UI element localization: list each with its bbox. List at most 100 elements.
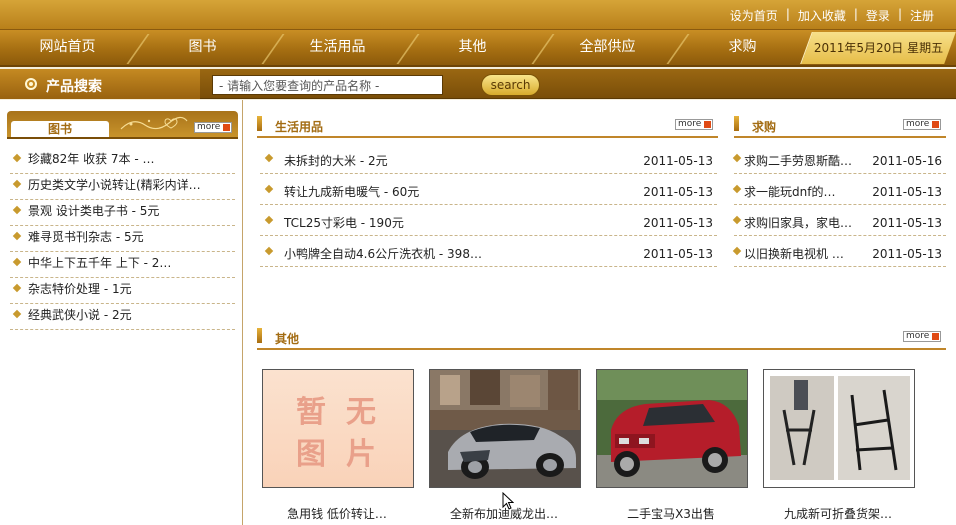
other-header: 其他 more (257, 324, 946, 350)
list-item-label: 杂志特价处理 - 1元 (28, 282, 132, 296)
list-item-label: 经典武侠小说 - 2元 (28, 308, 132, 322)
list-item[interactable]: 难寻觅书刊杂志 - 5元 (10, 226, 235, 252)
product-caption[interactable]: 急用钱 低价转让… (257, 505, 417, 522)
nav-item-other[interactable]: 其他 (405, 30, 540, 67)
section-marker (257, 328, 262, 343)
section-marker (257, 116, 262, 131)
nav-item-daily-goods[interactable]: 生活用品 (270, 30, 405, 67)
search-button[interactable]: search (481, 74, 540, 96)
nav-item-home[interactable]: 网站首页 (0, 30, 135, 67)
buy-list: 求购二手劳恩斯酷… 2011-05-16 求一能玩dnf的… 2011-05-13 … (732, 143, 946, 267)
tab-books[interactable]: 图书 (11, 121, 109, 137)
list-item-date: 2011-05-13 (872, 185, 942, 199)
sidebar-books: 图书 more 珍藏82年 收获 7本 - … 历史类文学小说转让(精彩内详… … (0, 100, 243, 525)
main-nav: 网站首页 图书 生活用品 其他 全部供应 求购 2011年5月20日 星期五 (0, 30, 956, 67)
product-image-supercar[interactable] (429, 369, 581, 488)
list-item[interactable]: 求购二手劳恩斯酷… 2011-05-16 (732, 143, 946, 174)
nav-item-books[interactable]: 图书 (135, 30, 270, 67)
bullet-icon (732, 215, 742, 225)
list-item[interactable]: 以旧换新电视机 … 2011-05-13 (732, 236, 946, 267)
bullet-icon (264, 246, 274, 256)
product-caption[interactable]: 九成新可折叠货架… (758, 505, 918, 522)
list-item[interactable]: 求一能玩dnf的… 2011-05-13 (732, 174, 946, 205)
login-link[interactable]: 登录 (866, 7, 890, 24)
list-item[interactable]: 历史类文学小说转让(精彩内详… (10, 174, 235, 200)
list-item-label: 求购二手劳恩斯酷… (744, 154, 853, 168)
bullet-icon (12, 231, 22, 241)
list-item-label: TCL25寸彩电 - 190元 (284, 216, 404, 230)
search-bar: 产品搜索 search (0, 69, 956, 99)
list-item[interactable]: 转让九成新电暖气 - 60元 2011-05-13 (260, 174, 717, 205)
list-item-label: 中华上下五千年 上下 - 2… (28, 256, 172, 270)
more-button[interactable]: more (903, 119, 941, 130)
book-list: 珍藏82年 收获 7本 - … 历史类文学小说转让(精彩内详… 景观 设计类电子… (10, 148, 235, 330)
list-item-label: 以旧换新电视机 … (744, 247, 844, 261)
list-item-date: 2011-05-16 (872, 154, 942, 168)
date-display: 2011年5月20日 星期五 (800, 32, 956, 64)
list-item-label: 未拆封的大米 - 2元 (284, 154, 388, 168)
bullet-icon (12, 309, 22, 319)
list-item[interactable]: 小鸭牌全自动4.6公斤洗衣机 - 398… 2011-05-13 (260, 236, 717, 267)
top-links: 设为首页 | 加入收藏 | 登录 | 注册 (730, 7, 934, 24)
bullet-icon (732, 246, 742, 256)
register-link[interactable]: 注册 (910, 7, 934, 24)
bullet-icon (732, 153, 742, 163)
search-title: 产品搜索 (46, 79, 102, 95)
list-item[interactable]: TCL25寸彩电 - 190元 2011-05-13 (260, 205, 717, 236)
list-item-date: 2011-05-13 (872, 216, 942, 230)
list-item-label: 求一能玩dnf的… (744, 185, 836, 199)
list-item-label: 小鸭牌全自动4.6公斤洗衣机 - 398… (284, 247, 482, 261)
list-item-date: 2011-05-13 (872, 247, 942, 261)
nav-item-all-supply[interactable]: 全部供应 (540, 30, 675, 67)
list-item-date: 2011-05-13 (643, 185, 713, 199)
more-button[interactable]: more (675, 119, 713, 130)
list-item-date: 2011-05-13 (643, 154, 713, 168)
no-image-text-4: 片 (346, 437, 376, 472)
daily-goods-header: 生活用品 more (257, 112, 718, 138)
more-button[interactable]: more (194, 122, 232, 133)
list-item-label: 难寻觅书刊杂志 - 5元 (28, 230, 144, 244)
no-image-graphic: 暂 无 图 片 (263, 370, 413, 487)
section-title: 生活用品 (275, 120, 324, 134)
list-item[interactable]: 中华上下五千年 上下 - 2… (10, 252, 235, 278)
top-bar: 设为首页 | 加入收藏 | 登录 | 注册 (0, 0, 956, 30)
no-image-text-3: 图 (296, 437, 326, 472)
product-image-suv[interactable] (596, 369, 748, 488)
list-item[interactable]: 经典武侠小说 - 2元 (10, 304, 235, 330)
set-homepage-link[interactable]: 设为首页 (730, 7, 778, 24)
mouse-pointer-icon (502, 492, 514, 510)
list-item[interactable]: 珍藏82年 收获 7本 - … (10, 148, 235, 174)
main-content: 图书 more 珍藏82年 收获 7本 - … 历史类文学小说转让(精彩内详… … (0, 100, 956, 525)
buy-header: 求购 more (734, 112, 946, 138)
product-image-rack[interactable] (763, 369, 915, 488)
section-title: 求购 (752, 120, 777, 134)
daily-goods-list: 未拆封的大米 - 2元 2011-05-13 转让九成新电暖气 - 60元 2011… (260, 143, 717, 267)
bullet-icon (264, 184, 274, 194)
list-item[interactable]: 求购旧家具，家电… 2011-05-13 (732, 205, 946, 236)
bullet-icon (12, 205, 22, 215)
bullet-icon (732, 184, 742, 194)
bullet-icon (264, 153, 274, 163)
product-caption[interactable]: 二手宝马X3出售 (591, 505, 751, 522)
separator: | (853, 7, 858, 21)
no-image-text-2: 无 (346, 395, 376, 430)
list-item[interactable]: 景观 设计类电子书 - 5元 (10, 200, 235, 226)
list-item[interactable]: 未拆封的大米 - 2元 2011-05-13 (260, 143, 717, 174)
suv-photo (597, 370, 747, 487)
search-input[interactable] (212, 75, 443, 95)
list-item-label: 景观 设计类电子书 - 5元 (28, 204, 160, 218)
sidebar-header: 图书 more (7, 111, 238, 139)
list-item[interactable]: 杂志特价处理 - 1元 (10, 278, 235, 304)
list-item-label: 历史类文学小说转让(精彩内详… (28, 178, 201, 192)
search-title-area: 产品搜索 (0, 69, 200, 99)
no-image-text-1: 暂 (296, 395, 326, 430)
more-button[interactable]: more (903, 331, 941, 342)
product-image-placeholder[interactable]: 暂 无 图 片 (262, 369, 414, 488)
section-marker (734, 116, 739, 131)
date-text: 2011年5月20日 星期五 (813, 41, 944, 55)
list-item-label: 求购旧家具，家电… (744, 216, 853, 230)
separator: | (897, 7, 902, 21)
nav-item-buy[interactable]: 求购 (675, 30, 810, 67)
add-favorite-link[interactable]: 加入收藏 (798, 7, 846, 24)
bullet-icon (12, 283, 22, 293)
